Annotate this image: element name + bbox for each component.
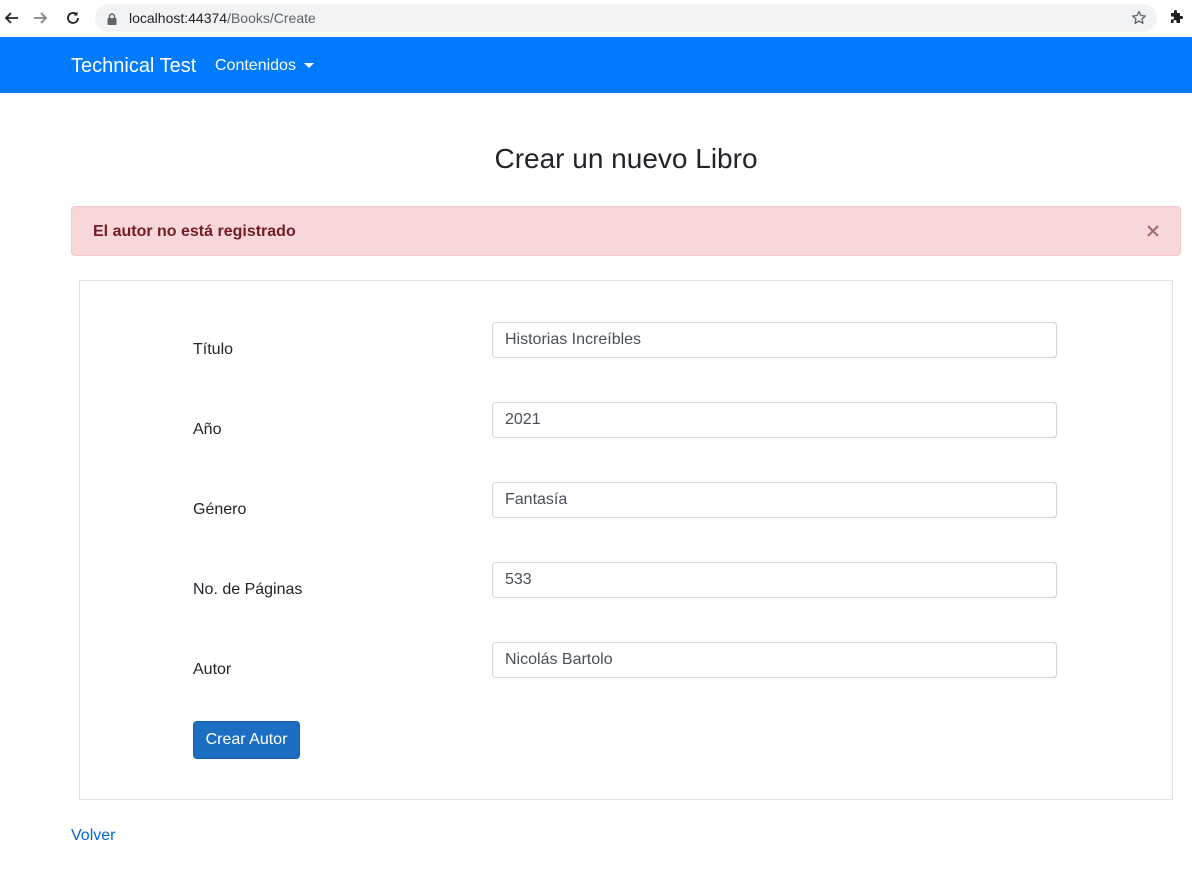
caret-down-icon [303,62,314,68]
star-icon[interactable] [1131,10,1147,31]
paginas-input[interactable] [492,562,1057,598]
genero-input[interactable] [492,482,1057,518]
dropdown-label: Contenidos [215,57,296,74]
address-bar[interactable]: localhost:44374/Books/Create [95,4,1157,32]
puzzle-icon[interactable] [1168,9,1184,30]
back-link[interactable]: Volver [71,826,115,846]
reload-icon[interactable] [62,7,84,29]
autor-input[interactable] [492,642,1057,678]
anio-label: Año [193,421,222,438]
book-form: Título Año Género No. de Páginas Autor C… [79,280,1173,800]
navbar-brand[interactable]: Technical Test [71,54,196,78]
genero-label: Género [193,501,247,518]
url-host: localhost:44374 [129,10,228,26]
back-arrow-icon[interactable] [0,7,22,29]
browser-toolbar: localhost:44374/Books/Create [0,0,1192,37]
forward-arrow-icon[interactable] [30,7,52,29]
lock-icon [107,12,117,30]
url-text: localhost:44374/Books/Create [129,10,316,26]
anio-input[interactable] [492,402,1057,438]
close-icon[interactable] [1146,224,1160,238]
autor-label: Autor [193,661,232,678]
page-title: Crear un nuevo Libro [494,143,758,174]
app-navbar: Technical Test Contenidos [0,37,1192,93]
paginas-label: No. de Páginas [193,581,303,598]
titulo-label: Título [193,341,234,358]
crear-autor-button[interactable]: Crear Autor [193,721,300,759]
error-alert: El autor no está registrado [71,206,1181,256]
alert-message: El autor no está registrado [93,223,296,240]
titulo-input[interactable] [492,322,1057,358]
url-path: /Books/Create [227,10,316,26]
contenidos-dropdown[interactable]: Contenidos [215,56,314,76]
